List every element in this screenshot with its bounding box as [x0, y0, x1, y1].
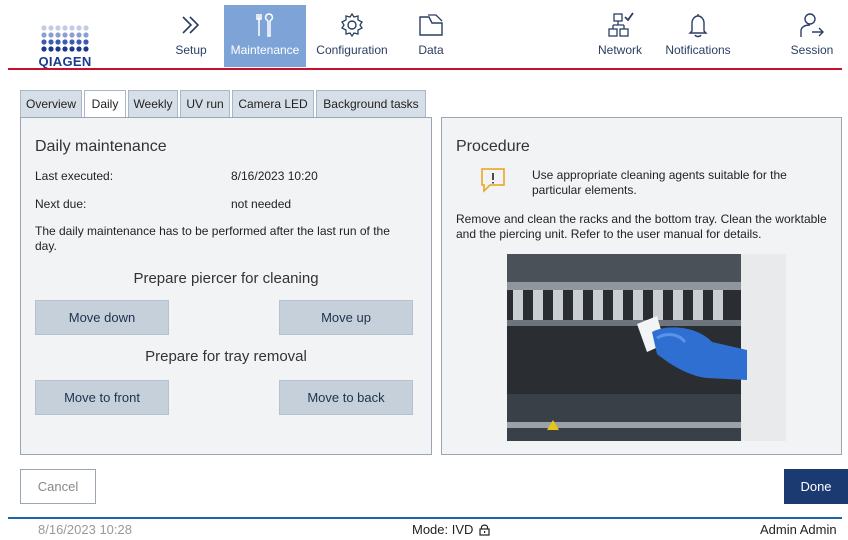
- nav-data[interactable]: Data: [408, 5, 454, 67]
- tab-daily[interactable]: Daily: [84, 90, 126, 119]
- bell-icon: [688, 14, 708, 38]
- mode-text: Mode: IVD: [412, 522, 474, 537]
- tray-heading: Prepare for tray removal: [145, 348, 307, 365]
- qiagen-logo: QIAGEN: [34, 24, 96, 69]
- nav-setup-label: Setup: [175, 43, 207, 57]
- lock-icon: [479, 524, 490, 536]
- status-datetime: 8/16/2023 10:28: [38, 522, 132, 537]
- nav-notifications-label: Notifications: [665, 43, 731, 57]
- logo-text: QIAGEN: [38, 54, 92, 69]
- status-mode: Mode: IVD: [412, 522, 490, 537]
- status-user: Admin Admin: [760, 522, 837, 537]
- procedure-title: Procedure: [456, 138, 530, 155]
- cleaning-photo: [507, 254, 786, 441]
- daily-maintenance-panel: Daily maintenance Last executed: 8/16/20…: [20, 117, 432, 455]
- move-to-front-button[interactable]: Move to front: [35, 380, 169, 415]
- logo-dots-icon: [41, 25, 89, 52]
- move-down-button[interactable]: Move down: [35, 300, 169, 335]
- nav-setup[interactable]: Setup: [166, 5, 216, 67]
- tab-weekly[interactable]: Weekly: [128, 90, 178, 118]
- nav-data-label: Data: [418, 43, 444, 57]
- piercer-heading: Prepare piercer for cleaning: [133, 270, 319, 287]
- next-due-value: not needed: [231, 197, 292, 211]
- move-to-back-button[interactable]: Move to back: [279, 380, 413, 415]
- user-logout-icon: [800, 13, 824, 37]
- tab-background-tasks[interactable]: Background tasks: [316, 90, 426, 118]
- nav-session[interactable]: Session: [784, 5, 840, 67]
- nav-session-label: Session: [790, 43, 834, 57]
- cancel-button[interactable]: Cancel: [20, 469, 96, 504]
- tab-uv-run[interactable]: UV run: [180, 90, 230, 118]
- daily-title: Daily maintenance: [35, 138, 167, 155]
- top-navigation-bar: QIAGEN Setup Maintenance Configuration D…: [0, 0, 848, 70]
- warning-text: Use appropriate cleaning agents suitable…: [532, 168, 787, 197]
- double-chevron-right-icon: [182, 16, 200, 34]
- procedure-panel: Procedure Use appropriate cleaning agent…: [441, 117, 842, 455]
- done-button[interactable]: Done: [784, 469, 848, 504]
- nav-notifications[interactable]: Notifications: [654, 5, 742, 67]
- last-executed-value: 8/16/2023 10:20: [231, 169, 318, 183]
- nav-maintenance[interactable]: Maintenance: [224, 5, 306, 67]
- tools-icon: [256, 13, 274, 37]
- gear-icon: [341, 12, 363, 38]
- folder-icon: [419, 14, 443, 36]
- warning-speech-icon: [481, 168, 505, 193]
- procedure-instructions: Remove and clean the racks and the botto…: [456, 212, 827, 241]
- nav-configuration-label: Configuration: [316, 43, 388, 57]
- last-executed-label: Last executed:: [35, 169, 114, 183]
- move-up-button[interactable]: Move up: [279, 300, 413, 335]
- nav-network-label: Network: [597, 43, 642, 57]
- daily-note: The daily maintenance has to be performe…: [35, 224, 390, 253]
- nav-maintenance-label: Maintenance: [230, 43, 300, 57]
- tab-overview[interactable]: Overview: [20, 90, 82, 118]
- tab-camera-led[interactable]: Camera LED: [232, 90, 314, 118]
- network-check-icon: [608, 12, 634, 37]
- header-accent-line: [8, 68, 842, 70]
- nav-network[interactable]: Network: [592, 5, 648, 67]
- nav-configuration[interactable]: Configuration: [310, 5, 394, 67]
- status-bar-line: [8, 517, 842, 519]
- next-due-label: Next due:: [35, 197, 87, 211]
